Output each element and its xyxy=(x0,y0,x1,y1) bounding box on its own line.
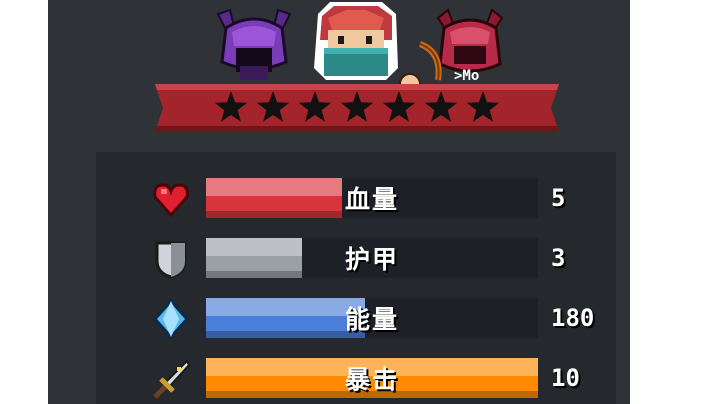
energy-label: 能量 xyxy=(344,305,399,334)
hp-value: 5 xyxy=(551,184,566,212)
character-purple-horned[interactable] xyxy=(212,6,296,82)
rating-banner xyxy=(155,84,559,132)
crit-bar: 暴击 xyxy=(206,358,538,398)
shield-icon xyxy=(151,239,191,279)
hp-label: 血量 xyxy=(344,185,399,214)
hp-bar: 血量 xyxy=(206,178,538,218)
crit-value: 10 xyxy=(551,364,580,392)
stats-panel: 血量 5 护甲 3 能量 180 暴击 10 xyxy=(96,152,616,404)
purple-horned-helmet-icon xyxy=(216,8,292,80)
character-red-hair-hero[interactable] xyxy=(306,0,406,82)
stat-row-energy: 能量 180 xyxy=(96,292,616,339)
sword-icon xyxy=(151,359,191,399)
armor-label: 护甲 xyxy=(344,245,399,274)
stat-row-hp: 血量 5 xyxy=(96,172,616,218)
stat-row-armor: 护甲 3 xyxy=(96,232,616,279)
red-hair-hero-icon xyxy=(314,2,398,80)
heart-icon xyxy=(151,179,191,219)
armor-bar: 护甲 xyxy=(206,238,538,278)
energy-bar: 能量 xyxy=(206,298,538,338)
armor-value: 3 xyxy=(551,244,566,272)
stat-row-crit: 暴击 10 xyxy=(96,352,616,399)
crit-label: 暴击 xyxy=(344,365,399,394)
energy-value: 180 xyxy=(551,304,595,332)
energy-crystal-icon xyxy=(151,299,191,339)
